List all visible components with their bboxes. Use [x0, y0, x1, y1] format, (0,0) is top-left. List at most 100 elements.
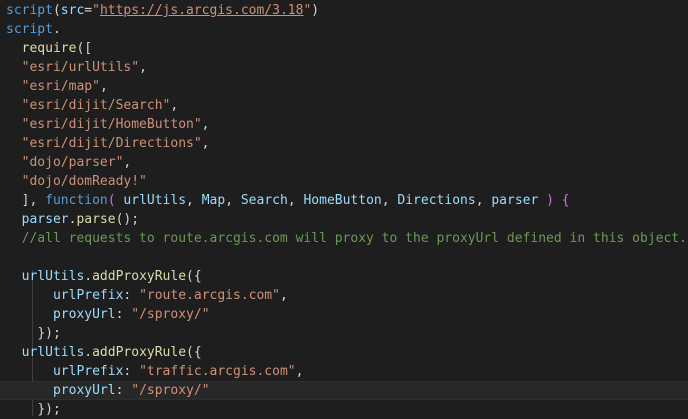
code-token: ( — [52, 3, 61, 18]
code-token: "dojo/domReady!" — [21, 174, 147, 189]
code-line[interactable]: }); — [0, 324, 688, 343]
code-token: urlPrefix — [52, 364, 124, 379]
code-token: }); — [37, 402, 61, 417]
code-token: , — [475, 193, 492, 208]
code-line[interactable]: "esri/dijit/Search", — [0, 96, 688, 115]
code-token: , — [186, 193, 202, 208]
code-line[interactable]: "dojo/parser", — [0, 153, 688, 172]
code-token: { — [561, 193, 570, 208]
code-line[interactable]: "esri/map", — [0, 77, 688, 96]
code-token: parser — [21, 212, 69, 227]
code-token: . — [84, 269, 93, 284]
code-line[interactable]: proxyUrl: "/sproxy/" — [0, 381, 688, 400]
code-token: ) — [311, 3, 320, 18]
code-token: ) — [538, 193, 562, 208]
code-token: ({ — [186, 269, 202, 284]
code-token: parse — [76, 212, 116, 227]
code-token: script — [6, 3, 53, 18]
code-line[interactable]: require([ — [0, 39, 688, 58]
code-line[interactable] — [0, 248, 688, 267]
code-line[interactable]: urlPrefix: "traffic.arcgis.com", — [0, 362, 688, 381]
code-token: "esri/urlUtils" — [21, 60, 140, 75]
code-token: , — [99, 79, 108, 94]
code-token: "esri/dijit/HomeButton" — [21, 117, 202, 132]
code-token: ( — [107, 193, 124, 208]
code-token: urlUtils — [21, 269, 85, 284]
code-token: https://js.arcgis.com/3.18 — [99, 3, 304, 18]
code-token: , — [295, 364, 304, 379]
code-line[interactable]: //all requests to route.arcgis.com will … — [0, 229, 688, 248]
code-token: : — [115, 383, 132, 398]
code-token: Map — [201, 193, 226, 208]
code-line[interactable]: urlPrefix: "route.arcgis.com", — [0, 286, 688, 305]
code-token: src — [60, 3, 85, 18]
code-token: //all requests to route.arcgis.com will … — [21, 231, 687, 246]
code-line[interactable]: script. — [0, 20, 688, 39]
code-line[interactable]: script(src="https://js.arcgis.com/3.18") — [0, 1, 688, 20]
code-token: (); — [115, 212, 140, 227]
code-token: , — [279, 288, 288, 303]
code-token: function — [45, 193, 108, 208]
code-line[interactable]: urlUtils.addProxyRule({ — [0, 343, 688, 362]
code-line[interactable]: ], function( urlUtils, Map, Search, Home… — [0, 191, 688, 210]
code-token: proxyUrl — [52, 307, 116, 322]
code-token: proxyUrl — [52, 383, 116, 398]
code-token: script — [6, 22, 53, 37]
code-token: , — [123, 155, 132, 170]
code-line[interactable]: parser.parse(); — [0, 210, 688, 229]
code-line[interactable]: proxyUrl: "/sproxy/" — [0, 305, 688, 324]
code-token: ([ — [76, 41, 93, 56]
code-token: : — [123, 288, 140, 303]
code-token: ], — [21, 193, 46, 208]
code-token: "esri/dijit/Directions" — [21, 136, 202, 151]
code-token: : — [115, 307, 132, 322]
code-token: ({ — [186, 345, 202, 360]
code-line[interactable]: }); — [0, 400, 688, 419]
code-token: . — [52, 22, 61, 37]
code-token: parser — [491, 193, 539, 208]
code-token: , — [170, 98, 179, 113]
code-token: , — [201, 136, 210, 151]
code-token: = — [84, 3, 93, 18]
code-token: " — [92, 3, 100, 18]
code-token: , — [139, 60, 147, 75]
code-line[interactable]: "esri/dijit/HomeButton", — [0, 115, 688, 134]
code-token: , — [381, 193, 398, 208]
code-token: urlUtils — [123, 193, 187, 208]
code-token: , — [225, 193, 241, 208]
code-line[interactable]: "esri/urlUtils", — [0, 58, 688, 77]
code-token: "/sproxy/" — [131, 383, 210, 398]
code-token: }); — [37, 326, 61, 341]
code-line[interactable]: "dojo/domReady!" — [0, 172, 688, 191]
code-token: . — [84, 345, 93, 360]
code-token: addProxyRule — [92, 269, 187, 284]
code-token: "dojo/parser" — [21, 155, 124, 170]
code-line[interactable]: urlUtils.addProxyRule({ — [0, 267, 688, 286]
code-token: Search — [240, 193, 288, 208]
code-line[interactable]: "esri/dijit/Directions", — [0, 134, 688, 153]
code-token: "esri/map" — [21, 79, 100, 94]
code-token: : — [123, 364, 140, 379]
code-token: HomeButton — [303, 193, 382, 208]
code-token: "esri/dijit/Search" — [21, 98, 171, 113]
code-editor[interactable]: script(src="https://js.arcgis.com/3.18")… — [0, 0, 688, 419]
